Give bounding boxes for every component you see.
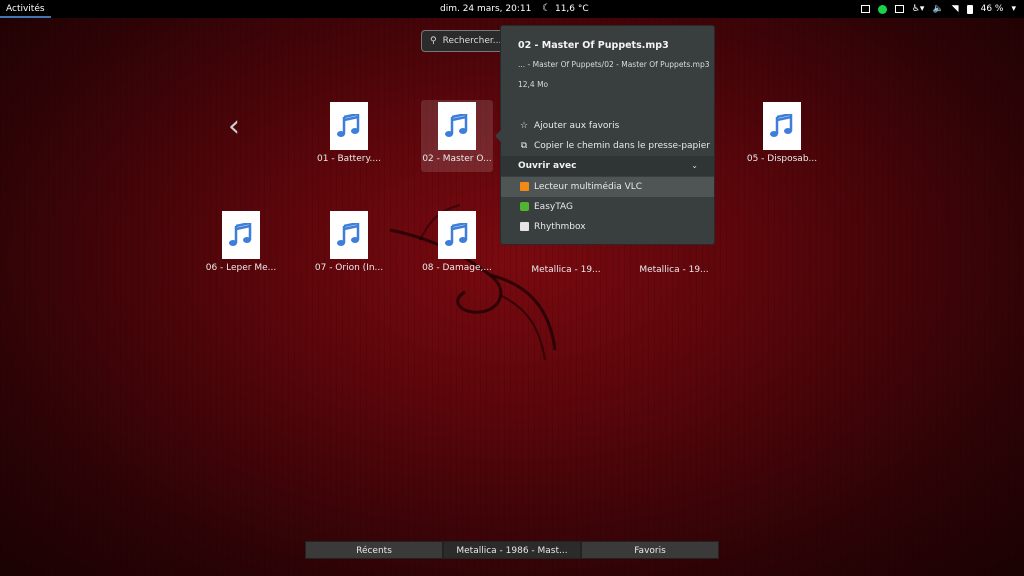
app-label: EasyTAG [534, 202, 573, 212]
copy-path-item[interactable]: ⧉ Copier le chemin dans le presse-papier [501, 136, 714, 156]
add-bookmark-item[interactable]: ☆ Ajouter aux favoris [501, 116, 714, 136]
top-bar: Activités dim. 24 mars, 20:11 ☾ 11,6 °C ♿… [0, 0, 1024, 18]
file-info-popover: 02 - Master Of Puppets.mp3 ... - Master … [495, 25, 715, 245]
temperature: 11,6 °C [554, 4, 589, 14]
battery-icon[interactable] [966, 4, 973, 14]
audio-file-icon [222, 211, 260, 259]
folder-name: Metallica - 19... [639, 265, 709, 275]
copy-path-label: Copier le chemin dans le presse-papier [534, 141, 710, 151]
file-name: 06 - Leper Me... [205, 263, 277, 273]
rhythmbox-icon [519, 217, 529, 237]
file-item-selected[interactable]: 02 - Master O... [421, 100, 493, 172]
app-item-vlc[interactable]: Lecteur multimédia VLC [501, 177, 714, 197]
easytag-icon [519, 197, 529, 217]
file-name: 08 - Damage,... [422, 263, 492, 273]
add-bookmark-label: Ajouter aux favoris [534, 121, 620, 131]
tab-recents[interactable]: Récents [305, 541, 443, 559]
volume-icon[interactable]: 🔈 [932, 4, 943, 14]
file-item[interactable]: 05 - Disposab... [736, 100, 828, 172]
tab-current-folder[interactable]: Metallica - 1986 - Mast... [443, 541, 581, 559]
app-item-easytag[interactable]: EasyTAG [501, 197, 714, 217]
file-item[interactable]: 01 - Battery.... [303, 100, 395, 172]
bottom-tab-bar: Récents Metallica - 1986 - Mast... Favor… [305, 541, 719, 559]
search-field[interactable]: ⚲ Rechercher... [421, 30, 511, 52]
chevron-down-icon: ⌄ [691, 161, 698, 170]
audio-file-icon [330, 102, 368, 150]
screen-icon[interactable] [860, 5, 870, 13]
search-placeholder: Rechercher... [442, 36, 502, 46]
file-name: 01 - Battery.... [317, 154, 381, 164]
app-label: Lecteur multimédia VLC [534, 182, 643, 192]
window-icon[interactable] [894, 5, 904, 13]
file-item[interactable]: 07 - Orion (In... [303, 209, 395, 281]
open-with-header[interactable]: Ouvrir avec ⌄ [501, 156, 714, 176]
star-icon: ☆ [519, 121, 529, 131]
file-item[interactable]: 06 - Leper Me... [195, 209, 287, 281]
chevron-down-icon[interactable]: ▾ [1011, 4, 1016, 14]
audio-file-icon [763, 102, 801, 150]
tab-favorites[interactable]: Favoris [581, 541, 719, 559]
clock[interactable]: dim. 24 mars, 20:11 [440, 0, 531, 18]
file-name: 02 - Master O... [422, 154, 492, 164]
system-tray: ♿▾ 🔈 ◥ 46 % ▾ [860, 0, 1016, 18]
previous-page-arrow[interactable]: ‹ [228, 112, 240, 142]
popover-title: 02 - Master Of Puppets.mp3 [518, 40, 669, 51]
search-icon: ⚲ [430, 36, 437, 46]
folder-name: Metallica - 19... [531, 265, 601, 275]
file-item[interactable]: 08 - Damage,... [411, 209, 503, 281]
popover-path: ... - Master Of Puppets/02 - Master Of P… [518, 60, 710, 69]
wifi-icon[interactable]: ◥ [952, 4, 959, 14]
copy-icon: ⧉ [520, 141, 528, 151]
file-name: 05 - Disposab... [746, 154, 818, 164]
app-label: Rhythmbox [534, 222, 586, 232]
accessibility-icon[interactable]: ♿▾ [912, 4, 925, 14]
weather-indicator[interactable]: ☾ 11,6 °C [542, 0, 589, 18]
popover-size: 12,4 Mo [518, 80, 549, 89]
open-with-label: Ouvrir avec [518, 161, 577, 171]
status-dot-icon[interactable] [877, 4, 887, 14]
audio-file-icon [438, 102, 476, 150]
audio-file-icon [438, 211, 476, 259]
activities-button[interactable]: Activités [0, 0, 51, 18]
app-item-rhythmbox[interactable]: Rhythmbox [501, 217, 714, 237]
battery-percent: 46 % [980, 4, 1004, 14]
file-name: 07 - Orion (In... [314, 263, 384, 273]
moon-icon: ☾ [542, 3, 551, 14]
vlc-icon [519, 177, 529, 197]
audio-file-icon [330, 211, 368, 259]
